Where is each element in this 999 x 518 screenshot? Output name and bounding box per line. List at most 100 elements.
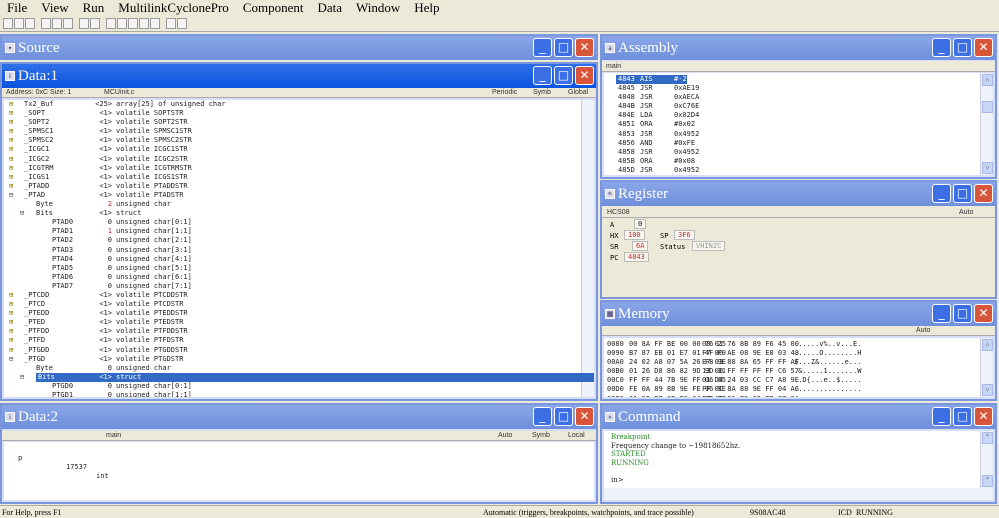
table-row[interactable]: PTAD0 0 unsigned char[0:1]: [4, 218, 594, 227]
command-output[interactable]: ˄ ˅ Breakpoint Frequency change to ~198186…: [604, 431, 993, 488]
table-row[interactable]: 4853 JSR 0x4952: [604, 130, 993, 139]
expand-icon[interactable]: ⊞: [9, 346, 13, 355]
table-row[interactable]: 0090 B7 87 EB 01 E7 01 4F F9 F7 86 AE 08 9…: [604, 349, 993, 358]
cut-icon[interactable]: [41, 17, 51, 29]
close-button[interactable]: ✕: [974, 407, 993, 426]
close-button[interactable]: ✕: [974, 304, 993, 323]
table-row[interactable]: PTAD4 0 unsigned char[4:1]: [4, 255, 594, 264]
expand-icon[interactable]: ⊞: [9, 136, 13, 145]
collapse-icon[interactable]: ⊟: [9, 191, 13, 200]
close-button[interactable]: ✕: [575, 407, 594, 426]
reg-hx-value[interactable]: 100: [624, 230, 645, 240]
mode-global[interactable]: Global: [568, 89, 588, 96]
table-row[interactable]: ⊞ _ICGTRM <1> volatile ICGTRMSTR: [4, 164, 594, 173]
mode-local[interactable]: Local: [568, 432, 585, 439]
mode-symb[interactable]: Symb: [533, 89, 551, 96]
table-row[interactable]: ⊞ _SPMSC2 <1> volatile SPMSC2STR: [4, 136, 594, 145]
step-icon[interactable]: [106, 17, 116, 29]
table-row[interactable]: Byte 0 unsigned char: [4, 364, 594, 373]
table-row[interactable]: 4851 ORA #0x02: [604, 120, 993, 129]
minimize-button[interactable]: _: [932, 184, 951, 203]
table-row[interactable]: 00D0 FE 0A 89 8B 9E FE 06 9E FF 0C 8A 88 9…: [604, 385, 993, 394]
data1-titlebar[interactable]: i Data:1 _ □ ✕: [2, 64, 596, 88]
paste-icon[interactable]: [63, 17, 73, 29]
table-row[interactable]: ⊞ _SPMSC1 <1> volatile SPMSC1STR: [4, 127, 594, 136]
minimize-button[interactable]: _: [932, 304, 951, 323]
data2-titlebar[interactable]: i Data:2 _ □ ✕: [2, 405, 596, 429]
mode-auto[interactable]: Auto: [959, 209, 973, 216]
table-row[interactable]: ⊞ _PTFD <1> volatile PTFDSTR: [4, 336, 594, 345]
maximize-button[interactable]: □: [953, 304, 972, 323]
variable-row[interactable]: p 17537 int: [4, 445, 594, 480]
expand-icon[interactable]: ⊞: [9, 100, 13, 109]
menu-window[interactable]: Window: [349, 0, 407, 15]
table-row[interactable]: ⊞ _PTFDD <1> volatile PTFDDSTR: [4, 327, 594, 336]
table-row[interactable]: ⊞ _PTCD <1> volatile PTCDSTR: [4, 300, 594, 309]
table-row[interactable]: 484B JSR 0xC76E: [604, 102, 993, 111]
table-row[interactable]: 0080 00 8A FF BE 00 00 76 25 00 01 76 8B 8…: [604, 340, 993, 349]
register-titlebar[interactable]: ≡ Register _ □ ✕: [602, 182, 995, 206]
menu-run[interactable]: Run: [76, 0, 112, 15]
help-icon[interactable]: [79, 17, 89, 29]
command-titlebar[interactable]: » Command _ □ ✕: [602, 405, 995, 429]
table-row[interactable]: 4858 JSR 0x4952: [604, 148, 993, 157]
expand-icon[interactable]: ⊞: [9, 300, 13, 309]
close-button[interactable]: ✕: [575, 38, 594, 57]
menu-file[interactable]: File: [0, 0, 34, 15]
maximize-button[interactable]: □: [953, 38, 972, 57]
context-help-icon[interactable]: [90, 17, 100, 29]
collapse-icon[interactable]: ⊟: [9, 355, 13, 364]
collapse-icon[interactable]: ⊟: [20, 209, 24, 218]
minimize-button[interactable]: _: [533, 66, 552, 85]
assembly-titlebar[interactable]: a Assembly _ □ ✕: [602, 36, 995, 60]
table-row[interactable]: 00B0 01 26 D8 86 82 9D 9D 31 13 00 FF FF F…: [604, 367, 993, 376]
table-row[interactable]: ⊟ _PTAD <1> volatile PTADSTR: [4, 191, 594, 200]
halt-step-icon[interactable]: [150, 17, 160, 29]
open-icon[interactable]: [14, 17, 24, 29]
table-row[interactable]: PTGD1 0 unsigned char[1:1]: [4, 391, 594, 397]
mode-auto[interactable]: Auto: [916, 327, 930, 334]
table-row[interactable]: ⊞ Tx2_Buf <25> array[25] of unsigned char: [4, 100, 594, 109]
maximize-button[interactable]: □: [953, 407, 972, 426]
table-row[interactable]: ⊞ _PTED <1> volatile PTEDSTR: [4, 318, 594, 327]
table-row[interactable]: ⊞ _ICGC2 <1> volatile ICGC2STR: [4, 155, 594, 164]
mode-periodic[interactable]: Periodic: [492, 89, 517, 96]
expand-icon[interactable]: ⊞: [9, 164, 13, 173]
menu-data[interactable]: Data: [310, 0, 349, 15]
reg-a-value[interactable]: 0: [634, 219, 647, 229]
table-row[interactable]: ⊞ _SOPT <1> volatile SOPTSTR: [4, 109, 594, 118]
reg-sr-value[interactable]: 6A: [632, 241, 649, 251]
table-row[interactable]: ⊟ Bits <1> struct: [4, 209, 594, 218]
close-button[interactable]: ✕: [974, 184, 993, 203]
table-row[interactable]: ⊞ _PTADD <1> volatile PTADDSTR: [4, 182, 594, 191]
expand-icon[interactable]: ⊞: [9, 145, 13, 154]
memory-titlebar[interactable]: ▦ Memory _ □ ✕: [602, 302, 995, 326]
expand-icon[interactable]: ⊞: [9, 327, 13, 336]
step-out-icon[interactable]: [128, 17, 138, 29]
reset-icon[interactable]: [177, 17, 187, 29]
table-row[interactable]: 00C0 FF FF 44 7B 9E FF 06 65 01 D4 24 03 C…: [604, 376, 993, 385]
minimize-button[interactable]: _: [932, 407, 951, 426]
expand-icon[interactable]: ⊞: [9, 127, 13, 136]
save-icon[interactable]: [25, 17, 35, 29]
table-row[interactable]: PTAD6 0 unsigned char[6:1]: [4, 273, 594, 282]
horizontal-scrollbar[interactable]: [604, 488, 993, 500]
minimize-button[interactable]: _: [533, 38, 552, 57]
table-row[interactable]: ⊟ Bits <1> struct: [4, 372, 594, 382]
menu-multilink[interactable]: MultilinkCyclonePro: [111, 0, 236, 15]
table-row[interactable]: ⊞ _SOPT2 <1> volatile SOPT2STR: [4, 118, 594, 127]
table-row[interactable]: ⊞ _ICGS1 <1> volatile ICGS1STR: [4, 173, 594, 182]
table-row[interactable]: ⊞ _PTGDD <1> volatile PTGDDSTR: [4, 346, 594, 355]
table-row[interactable]: Byte 2 unsigned char: [4, 200, 594, 209]
step-over-icon[interactable]: [117, 17, 127, 29]
expand-icon[interactable]: ⊞: [9, 155, 13, 164]
table-row[interactable]: 00E001 95 E7 0B E6 04 AB FFF7 A6 01 E9 0…: [604, 395, 993, 397]
menu-view[interactable]: View: [34, 0, 75, 15]
table-row[interactable]: PTAD1 1 unsigned char[1:1]: [4, 227, 594, 236]
expand-icon[interactable]: ⊞: [9, 309, 13, 318]
maximize-button[interactable]: □: [554, 66, 573, 85]
table-row[interactable]: PTAD7 0 unsigned char[7:1]: [4, 282, 594, 291]
table-row[interactable]: 485D JSR 0x4952: [604, 166, 993, 175]
table-row[interactable]: PTGD0 0 unsigned char[0:1]: [4, 382, 594, 391]
close-button[interactable]: ✕: [575, 66, 594, 85]
